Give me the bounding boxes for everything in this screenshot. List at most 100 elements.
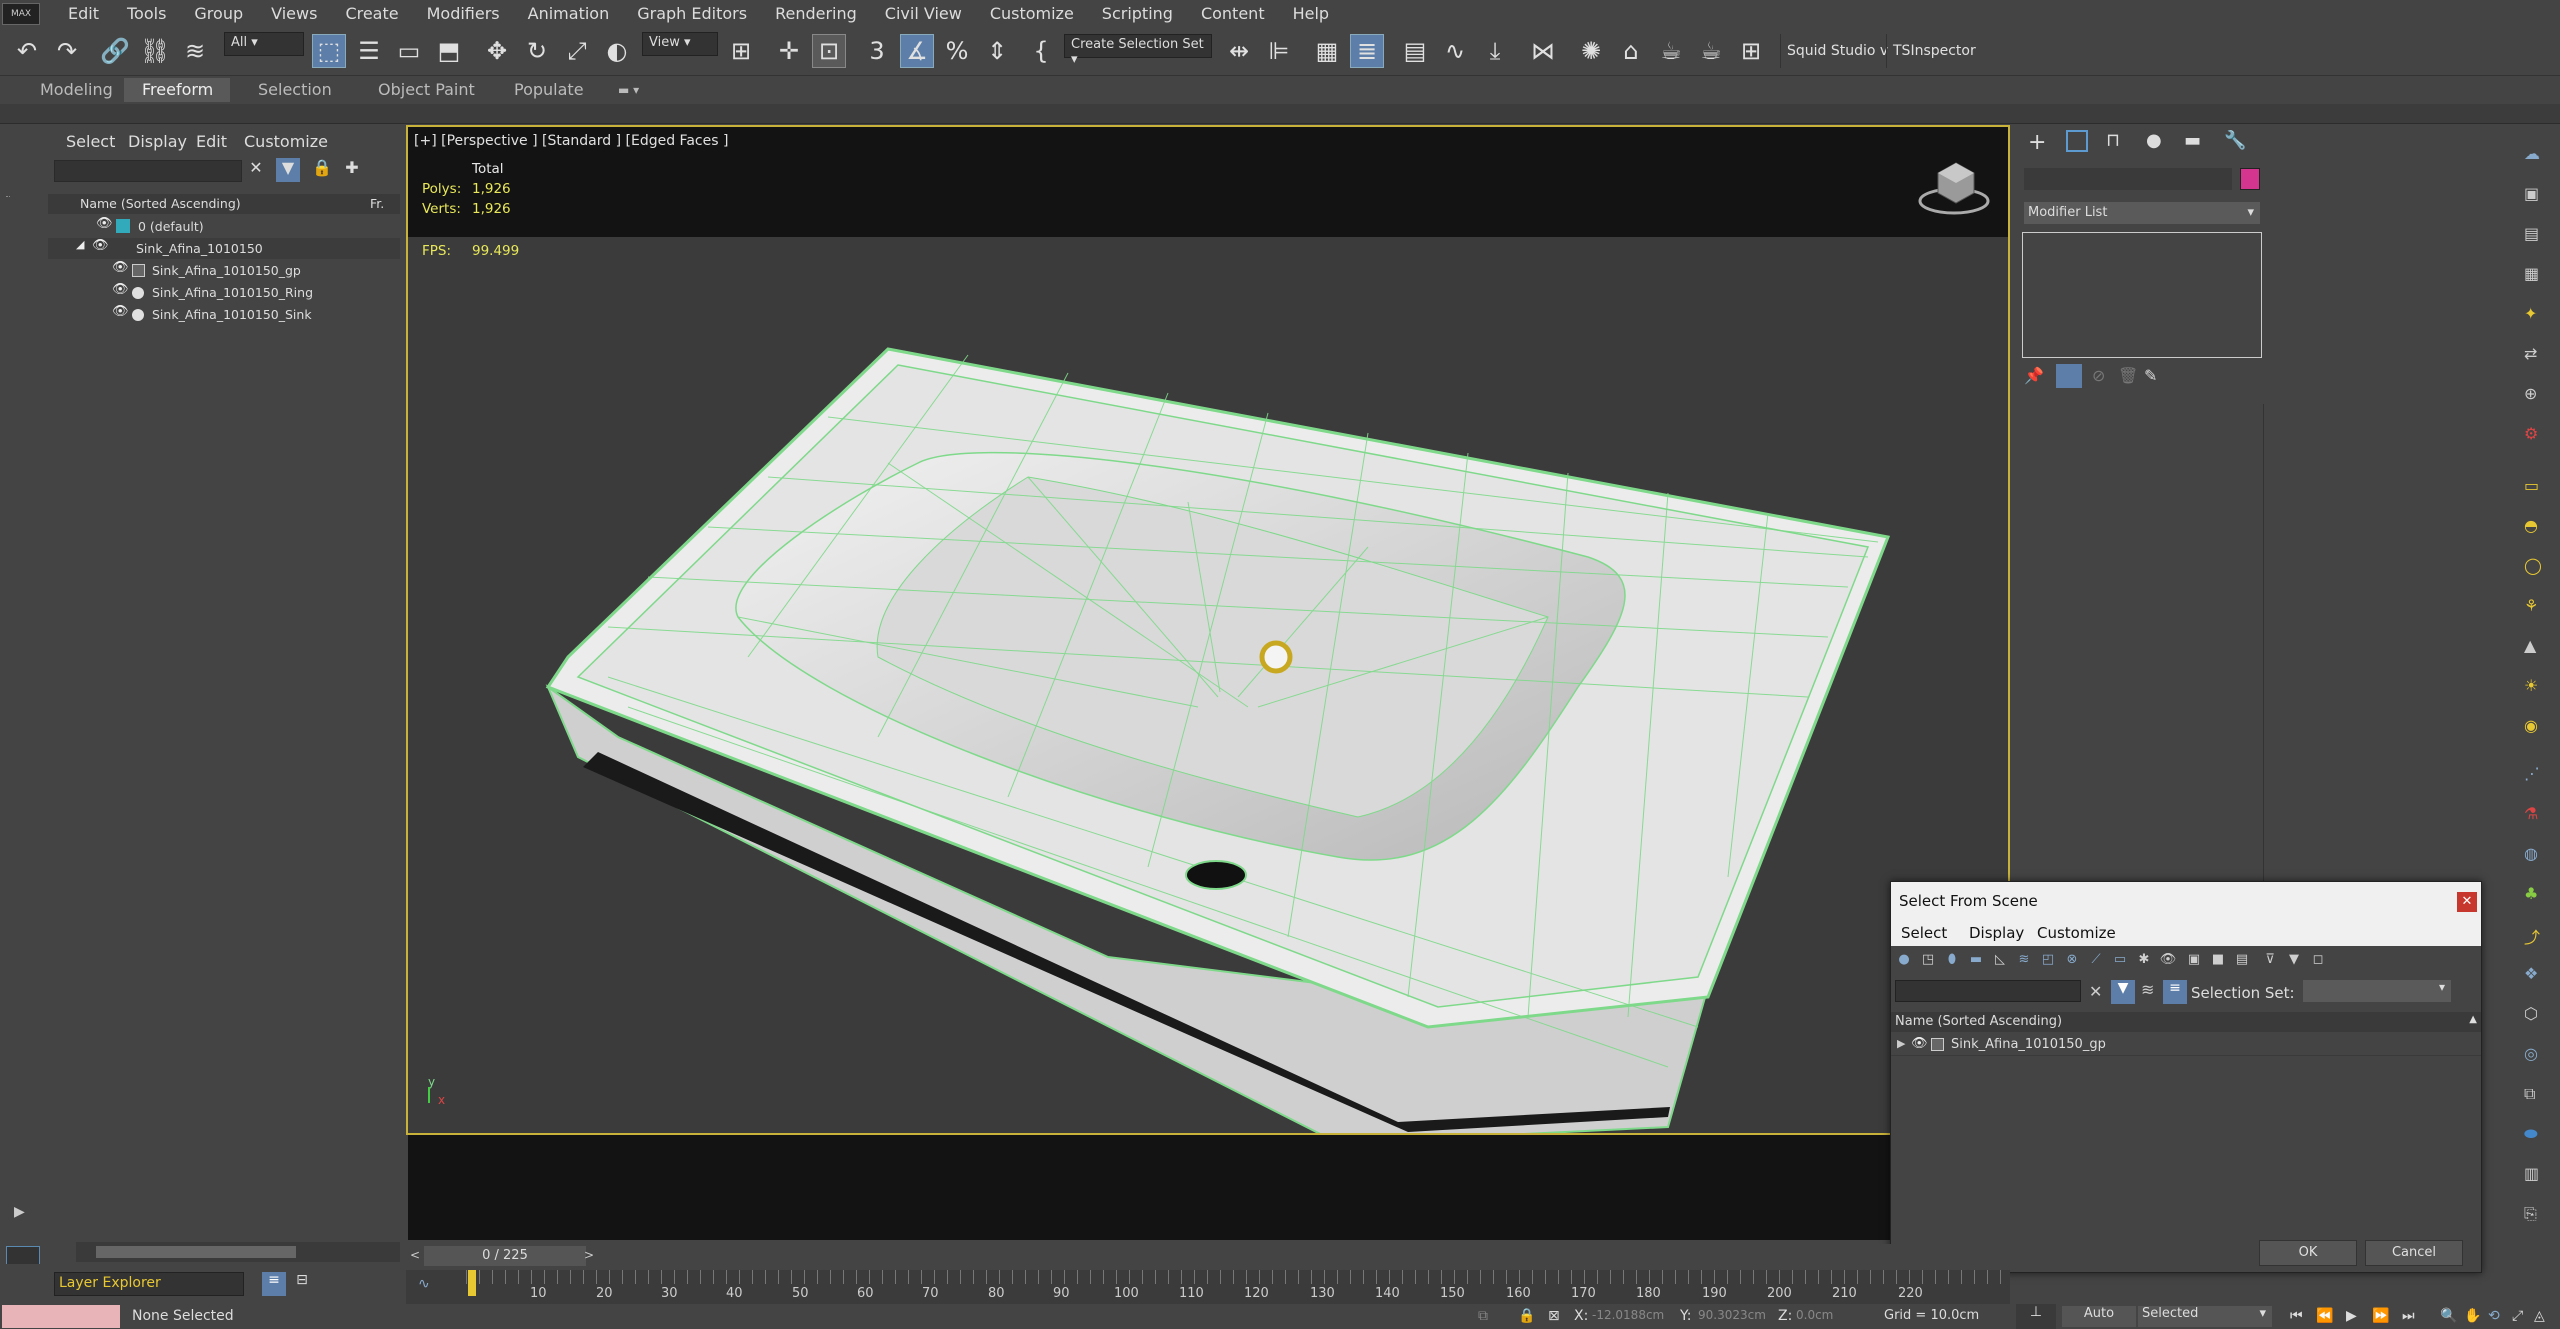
list-item[interactable]: 👁 0 (default) — [48, 216, 400, 237]
menu-modifiers[interactable]: Modifiers — [413, 0, 514, 28]
collapse-arrow-icon[interactable]: ◢ — [76, 238, 84, 251]
modifier-stack[interactable] — [2022, 232, 2262, 358]
dialog-search-input[interactable] — [1895, 980, 2081, 1002]
perspective-viewport[interactable]: [+] [Perspective ] [Standard ] [Edged Fa… — [406, 125, 2010, 1135]
angle-snap-icon[interactable]: ∡ — [900, 34, 934, 68]
tool-icon[interactable]: ✦ — [2524, 304, 2537, 323]
filter-toggle-icon[interactable]: ⊽ — [2261, 952, 2279, 970]
pin-stack-icon[interactable]: 📌 — [2024, 366, 2044, 385]
orbit-icon[interactable]: ⟲ — [2488, 1308, 2500, 1324]
x-value[interactable]: -12.0188cm — [1592, 1308, 1664, 1322]
tab-selection[interactable]: Selection — [240, 78, 350, 102]
named-selection-set-select[interactable]: Create Selection Set ▾ — [1064, 34, 1212, 67]
snaps-toggle-icon[interactable]: 3 — [860, 34, 894, 68]
sx-menu-display[interactable]: Display — [128, 132, 187, 151]
maximize-viewport-icon[interactable]: ⤢ — [2512, 1308, 2523, 1324]
current-frame-marker[interactable] — [468, 1270, 476, 1296]
tool-icon[interactable]: ▭ — [2524, 476, 2539, 495]
menu-views[interactable]: Views — [257, 0, 331, 28]
make-unique-icon[interactable]: ⊘ — [2092, 366, 2105, 385]
layers-icon[interactable]: ≡ — [262, 1272, 286, 1296]
cancel-button[interactable]: Cancel — [2365, 1240, 2463, 1266]
sx-menu-select[interactable]: Select — [66, 132, 115, 151]
set-key-icon[interactable]: ⊥ — [2016, 1304, 2056, 1329]
pivot-center-icon[interactable]: ⊞ — [724, 34, 758, 68]
tool-icon[interactable]: ⚙ — [2524, 424, 2538, 443]
sx-horizontal-scrollbar[interactable] — [76, 1242, 400, 1262]
clear-search-icon[interactable]: ✕ — [244, 158, 268, 182]
dialog-menu-select[interactable]: Select — [1901, 924, 1947, 942]
modifier-list-select[interactable]: Modifier List ▾ — [2024, 202, 2260, 224]
eye-icon[interactable]: 👁 — [1911, 1036, 1928, 1051]
tool-icon[interactable]: ▣ — [2524, 184, 2539, 203]
hierarchy-icon[interactable]: ⊟ — [290, 1272, 314, 1296]
time-slider[interactable]: < 0 / 225 > — [406, 1244, 2010, 1270]
create-tab-icon[interactable]: + — [2028, 130, 2046, 155]
configure-sets-icon[interactable]: ✎ — [2144, 366, 2157, 385]
prev-frame-icon[interactable]: < — [410, 1248, 420, 1262]
utilities-tab-icon[interactable]: 🔧 — [2224, 130, 2246, 151]
add-layer-icon[interactable]: ✚ — [340, 158, 364, 182]
zoom-icon[interactable]: 🔍 — [2440, 1308, 2457, 1324]
display-helpers-icon[interactable]: ◺ — [1991, 952, 2009, 970]
isolate-icon[interactable]: ⧉ — [1478, 1308, 1488, 1324]
tool-icon[interactable]: ⚘ — [2524, 596, 2538, 615]
app-logo[interactable]: MAX — [2, 3, 40, 25]
selection-set-select[interactable]: ▾ — [2303, 980, 2451, 1002]
redo-icon[interactable]: ↷ — [50, 34, 84, 68]
dialog-column-header[interactable]: Name (Sorted Ascending) ▲ — [1891, 1012, 2481, 1032]
menu-animation[interactable]: Animation — [514, 0, 624, 28]
unlink-icon[interactable]: ⛓ — [138, 34, 172, 68]
dialog-menu-display[interactable]: Display — [1969, 924, 2024, 942]
scale-icon[interactable]: ⤢ — [560, 34, 594, 68]
ok-button[interactable]: OK — [2259, 1240, 2357, 1266]
tab-freeform[interactable]: Freeform — [124, 78, 230, 102]
tool-icon[interactable]: ⋰ — [2524, 764, 2540, 783]
prev-key-icon[interactable]: ⏪ — [2316, 1308, 2333, 1324]
edit-named-sets-icon[interactable]: { — [1024, 34, 1058, 68]
curve-editor-icon[interactable]: ∿ — [1438, 34, 1472, 68]
goto-end-icon[interactable]: ⏭ — [2402, 1308, 2415, 1324]
menu-graph-editors[interactable]: Graph Editors — [623, 0, 761, 28]
tool-icon[interactable]: ⤴ — [2524, 924, 2540, 948]
scene-explorer-icon[interactable]: ▦ — [1310, 34, 1344, 68]
ribbon-options-icon[interactable]: ▬ ▾ — [600, 78, 657, 102]
layer-explorer-select[interactable]: Layer Explorer — [54, 1272, 244, 1296]
goto-start-icon[interactable]: ⏮ — [2290, 1308, 2303, 1324]
menu-group[interactable]: Group — [180, 0, 257, 28]
curve-editor-icon[interactable]: ∿ — [418, 1276, 430, 1292]
schematic-view-icon[interactable]: ⋈ — [1526, 34, 1560, 68]
tool-icon[interactable]: ▲ — [2524, 636, 2536, 655]
tool-icon[interactable]: ⧉ — [2524, 1084, 2535, 1104]
tool-icon[interactable]: ◉ — [2524, 716, 2538, 735]
pan-icon[interactable]: ✋ — [2464, 1308, 2481, 1324]
eye-icon[interactable]: 👁 — [92, 238, 109, 253]
maxscript-listener-field[interactable] — [2, 1305, 120, 1328]
layers-icon[interactable]: ≋ — [2141, 980, 2154, 999]
scrollbar-thumb[interactable] — [96, 1246, 296, 1258]
tool-icon[interactable]: ◍ — [2524, 844, 2538, 863]
tool-icon[interactable]: ◓ — [2524, 516, 2538, 535]
display-bones-icon[interactable]: ⟋ — [2087, 952, 2105, 970]
viewcube-icon[interactable] — [1916, 153, 1996, 223]
key-filter-select[interactable]: Selected ▾ — [2138, 1306, 2272, 1327]
hierarchy-tab-icon[interactable]: ⊓ — [2106, 130, 2120, 151]
motion-tab-icon[interactable]: ● — [2146, 130, 2162, 151]
lock-icon[interactable]: 🔒 — [310, 158, 334, 182]
menu-content[interactable]: Content — [1187, 0, 1279, 28]
tool-icon[interactable]: ⚗ — [2524, 804, 2538, 823]
sink-model[interactable] — [408, 237, 2008, 1135]
sx-search-input[interactable] — [54, 160, 242, 182]
rendered-frame-window-icon[interactable]: ☕ — [1654, 34, 1688, 68]
sx-menu-edit[interactable]: Edit — [196, 132, 227, 151]
display-lights-icon[interactable]: ⬮ — [1943, 952, 1961, 970]
tool-icon[interactable]: ▤ — [2524, 224, 2539, 243]
spinner-snap-icon[interactable]: ⇕ — [980, 34, 1014, 68]
hierarchy-icon[interactable]: ≡ — [2163, 980, 2187, 1004]
tool-icon[interactable]: ☀ — [2524, 676, 2538, 695]
tool-icon[interactable]: ❖ — [2524, 964, 2538, 983]
selection-filter-select[interactable]: All ▾ — [224, 32, 304, 56]
align-icon[interactable]: ⊫ — [1262, 34, 1296, 68]
track-bar[interactable]: ∿ 10 20 30 40 50 60 70 80 90 100 110 120… — [406, 1270, 2010, 1304]
menu-create[interactable]: Create — [331, 0, 412, 28]
